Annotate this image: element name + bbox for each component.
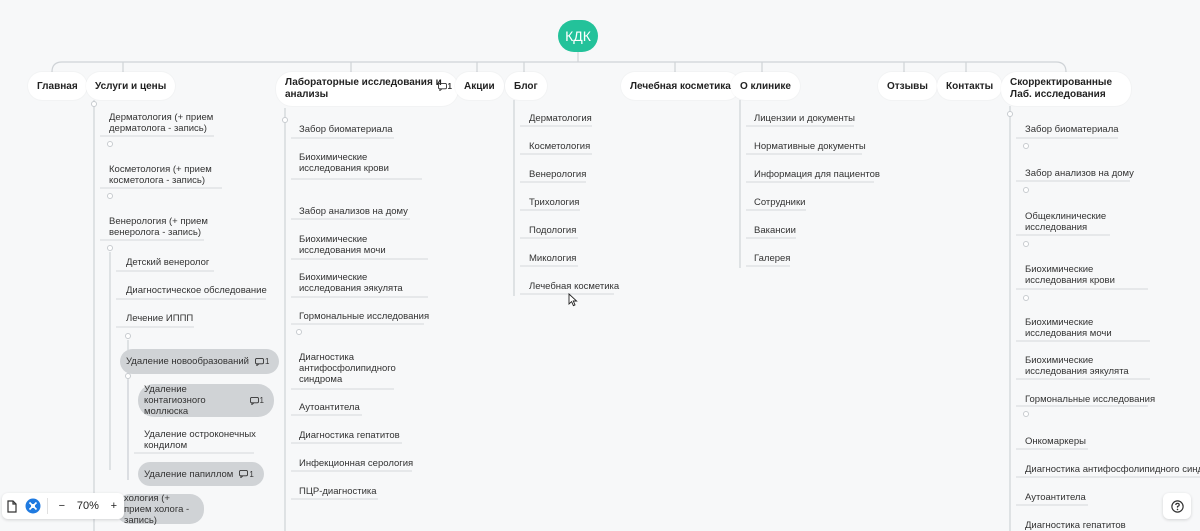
lab-item[interactable]: Забор биоматериала [299,124,393,135]
comment-count: 1 [259,396,264,405]
services-item-next[interactable]: хология (+ прием холога - запись) [116,492,204,526]
comment-icon [437,83,447,91]
branch-blog[interactable]: Блог [505,72,547,100]
comment-count: 1 [264,357,270,366]
services-item-kids[interactable]: Детский венеролог [126,257,209,268]
zoom-level[interactable]: 70% [72,500,104,512]
help-icon [1170,499,1184,513]
lab2-item[interactable]: Забор анализов на дому [1025,168,1134,179]
blog-item[interactable]: Лечебная косметика [529,281,619,292]
services-item-diag[interactable]: Диагностическое обследование [126,285,267,296]
zoom-out-button[interactable]: − [52,495,72,517]
comment-badge[interactable]: 1 [249,395,264,406]
branch-cosmetics[interactable]: Лечебная косметика [621,72,740,100]
lab2-item[interactable]: Гормональные исследования [1025,394,1155,405]
comment-count: 1 [249,469,254,479]
blog-item[interactable]: Микология [529,253,576,264]
molluscum-label: Удаление контагиозного моллюска [144,384,206,417]
lab2-item[interactable]: Диагностика гепатитов [1025,520,1126,531]
about-item[interactable]: Нормативные документы [754,141,866,152]
blog-item[interactable]: Косметология [529,141,590,152]
branch-promo[interactable]: Акции [455,72,504,100]
comment-icon [239,470,249,478]
services-item-derm[interactable]: Дерматология (+ прием дерматолога - запи… [109,112,221,134]
blog-item[interactable]: Дерматология [529,113,592,124]
lab-item[interactable]: Биохимические исследования крови [299,152,429,174]
lab-item[interactable]: Забор анализов на дому [299,206,408,217]
help-button[interactable] [1163,493,1191,519]
lab-item[interactable]: Биохимические исследования мочи [299,234,429,256]
comment-icon [249,396,259,405]
branch-lab-label: Лабораторные исследования и анализы [285,77,442,100]
blog-item[interactable]: Трихология [529,197,579,208]
blog-item[interactable]: Венерология [529,169,586,180]
lab-item[interactable]: Диагностика антифосфолипидного синдрома [299,352,396,385]
page-icon[interactable] [2,495,22,517]
lab-item[interactable]: Аутоантитела [299,402,360,413]
branch-lab2[interactable]: Скорректированные Лаб. исследования [1001,72,1131,106]
mindmap-mode-icon[interactable] [22,495,42,517]
services-item-cosm[interactable]: Косметология (+ прием косметолога - запи… [109,164,223,186]
mindmap-canvas[interactable]: КДК Главная Услуги и цены Лабораторные и… [0,0,1200,531]
comment-icon [255,357,264,366]
papilloma-label: Удаление папиллом [144,468,234,480]
about-item[interactable]: Сотрудники [754,197,805,208]
branch-contacts[interactable]: Контакты [937,72,1003,100]
lab2-item[interactable]: Аутоантитела [1025,492,1086,503]
branch-about[interactable]: О клинике [731,72,800,100]
comment-badge[interactable]: 1 [437,81,452,93]
services-item-ippp[interactable]: Лечение ИППП [126,313,193,324]
services-item-papilloma[interactable]: Удаление папиллом 1 [138,462,264,486]
lab2-item[interactable]: Биохимические исследования мочи [1025,317,1155,339]
cursor-icon [568,293,578,307]
lab2-item[interactable]: Биохимические исследования эякулята [1025,355,1155,377]
services-item-molluscum[interactable]: Удаление контагиозного моллюска 1 [138,384,274,417]
toolbar-divider [46,498,48,514]
blog-item[interactable]: Подология [529,225,576,236]
lab-item[interactable]: Гормональные исследования [299,311,429,322]
lab2-item[interactable]: Забор биоматериала [1025,124,1119,135]
lab2-item[interactable]: Диагностика антифосфолипидного синд [1025,464,1200,475]
branch-services[interactable]: Услуги и цены [86,72,176,100]
lab-item[interactable]: Диагностика гепатитов [299,430,400,441]
comment-badge[interactable]: 1 [239,469,254,480]
next-label: хология (+ прием холога - запись) [124,492,190,526]
comment-count: 1 [447,82,452,91]
zoom-in-button[interactable]: + [104,495,124,517]
services-item-removal[interactable]: Удаление новообразований 1 [120,349,280,374]
branch-main[interactable]: Главная [28,72,87,100]
lab2-item[interactable]: Онкомаркеры [1025,436,1086,447]
lab2-item[interactable]: Общеклинические исследования [1025,211,1125,233]
about-item[interactable]: Лицензии и документы [754,113,855,124]
branch-lab[interactable]: Лабораторные исследования и анализы 1 [276,72,458,106]
lab-item[interactable]: ПЦР-диагностика [299,486,377,497]
zoom-toolbar: − 70% + [2,493,124,519]
lab-item[interactable]: Биохимические исследования эякулята [299,272,429,294]
branch-reviews[interactable]: Отзывы [878,72,937,100]
comment-badge[interactable]: 1 [255,356,269,367]
services-item-condyloma[interactable]: Удаление остроконечных кондилом [144,429,256,451]
about-item[interactable]: Информация для пациентов [754,169,880,180]
root-node[interactable]: КДК [558,20,598,52]
lab2-item[interactable]: Биохимические исследования крови [1025,264,1155,286]
services-item-ven[interactable]: Венерология (+ прием венеролога - запись… [109,216,213,238]
lab-item[interactable]: Инфекционная серология [299,458,413,469]
about-item[interactable]: Вакансии [754,225,796,236]
about-item[interactable]: Галерея [754,253,790,264]
removal-label: Удаление новообразований [126,356,249,367]
